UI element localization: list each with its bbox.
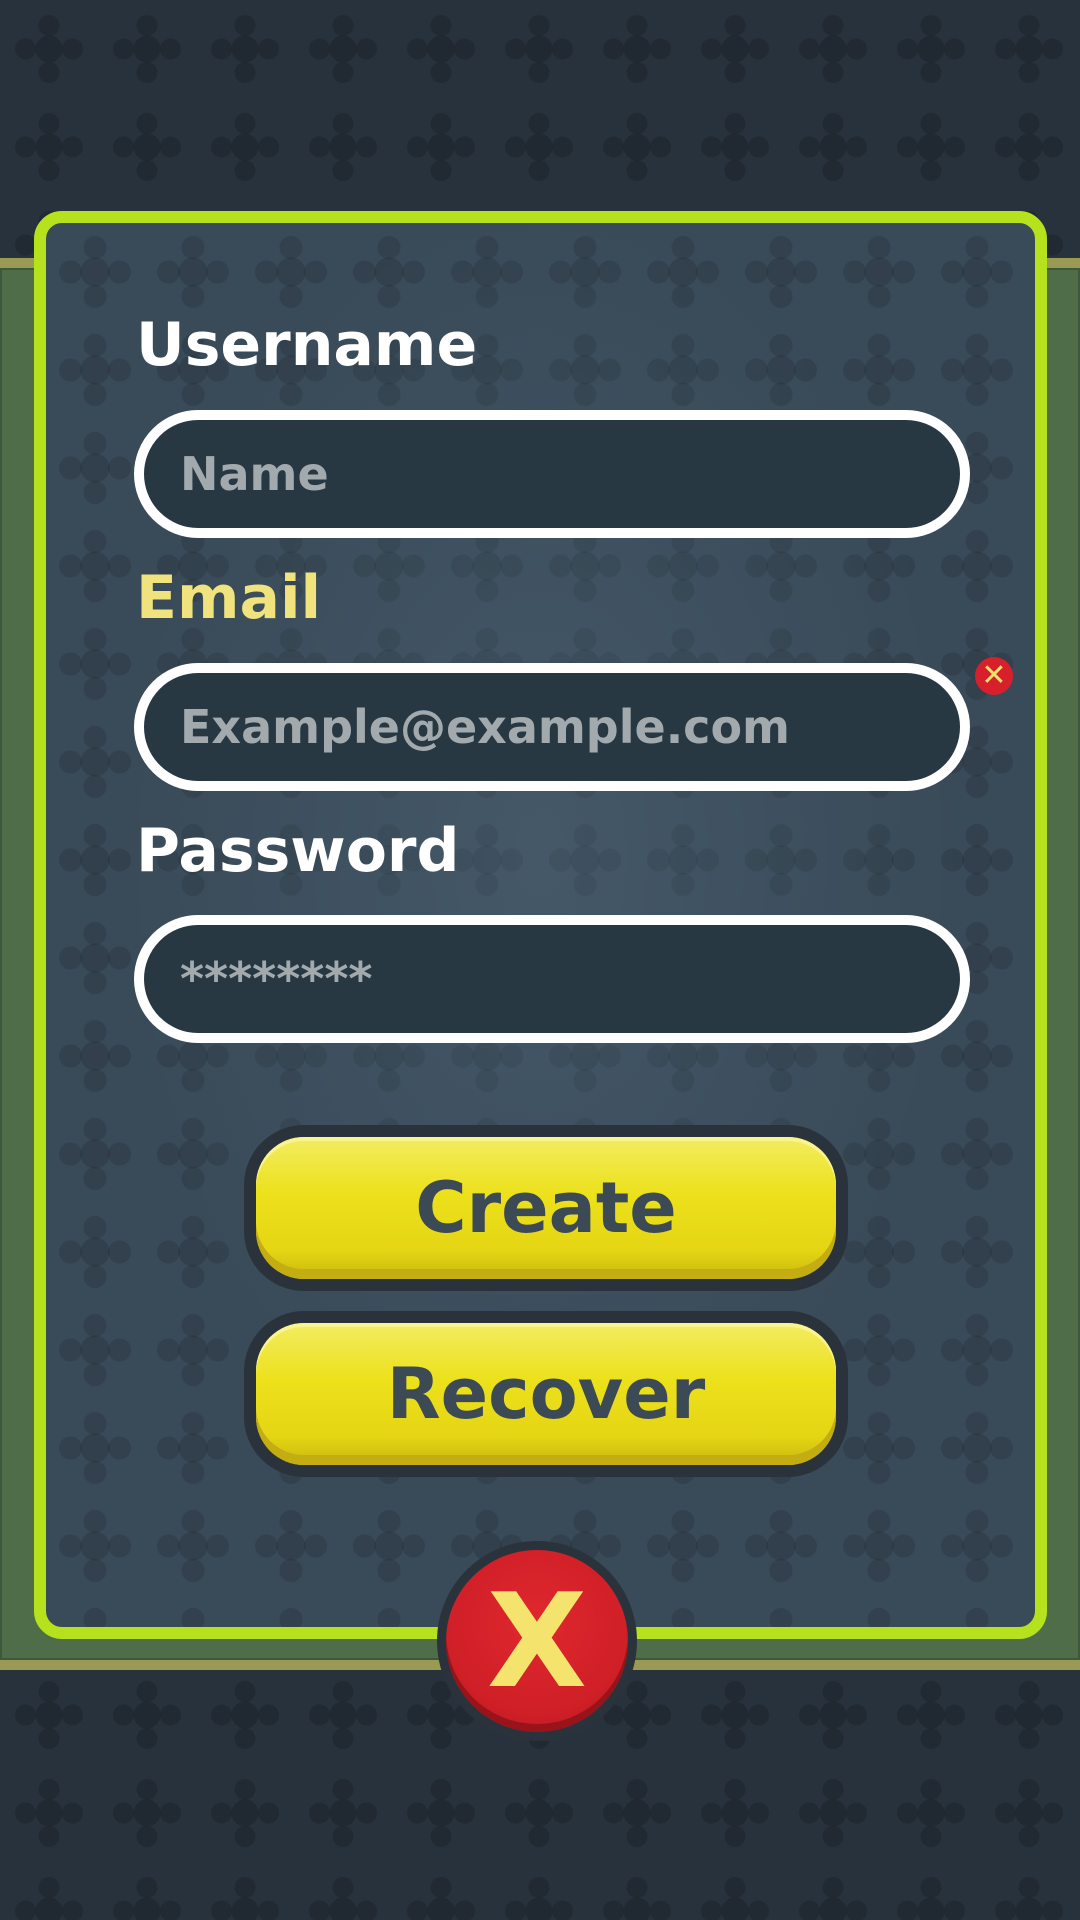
recover-button-frame: Recover	[244, 1311, 848, 1477]
username-label: Username	[136, 310, 478, 380]
password-input[interactable]	[134, 915, 970, 1043]
recover-button[interactable]: Recover	[256, 1323, 836, 1465]
close-button[interactable]: X	[446, 1550, 628, 1732]
signup-panel: Username Email ✕ Password Create Recover	[34, 211, 1047, 1639]
close-button-frame: X	[437, 1541, 637, 1741]
email-input[interactable]	[134, 663, 970, 791]
error-x-icon: ✕	[975, 657, 1013, 695]
username-input[interactable]	[134, 410, 970, 538]
create-button[interactable]: Create	[256, 1137, 836, 1279]
email-label: Email	[136, 563, 322, 633]
close-icon: X	[486, 1565, 588, 1717]
password-label: Password	[136, 816, 460, 886]
create-button-frame: Create	[244, 1125, 848, 1291]
